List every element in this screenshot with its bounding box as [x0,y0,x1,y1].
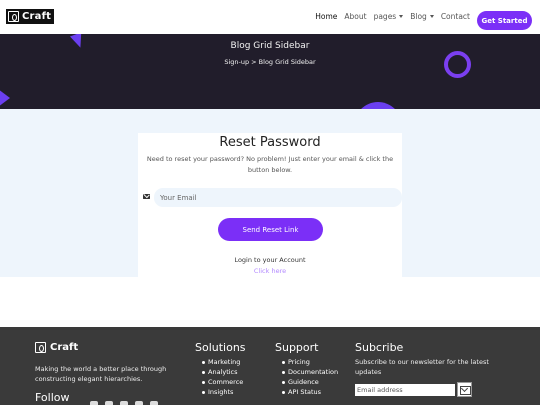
brand-logo[interactable]: Craft [6,9,55,24]
linkedin-icon[interactable] [135,401,143,405]
decorative-semicircle [354,102,402,109]
footer-link-api-status[interactable]: API Status [282,387,338,397]
footer-support: Support Pricing Documentation Guidence A… [275,341,338,397]
decorative-triangle [0,86,10,109]
envelope-icon [143,194,150,199]
email-input[interactable] [154,188,402,207]
follow-heading: Follow [35,391,70,404]
solutions-heading: Solutions [195,341,246,354]
login-prompt: Login to your Account [234,256,306,264]
newsletter-email-input[interactable] [355,383,455,396]
footer-tagline: Making the world a better place through … [35,365,167,383]
reset-title: Reset Password [219,135,321,150]
nav-links: Home About pages Blog Contact [308,12,470,21]
support-heading: Support [275,341,319,354]
caret-down-icon [429,15,434,18]
main-section: Reset Password Need to reset your passwo… [0,109,540,277]
navbar: Craft Home About pages Blog Contact Get … [0,0,540,34]
caret-down-icon [399,15,404,18]
footer-link-insights[interactable]: Insights [202,387,246,397]
footer-brand-name: Craft [50,342,79,353]
social-links [90,401,158,405]
breadcrumb: Sign-up > Blog Grid Sidebar [224,58,316,66]
page-title: Blog Grid Sidebar [230,41,310,51]
footer-link-guidence[interactable]: Guidence [282,377,338,387]
subscribe-form [355,382,495,397]
send-icon[interactable] [457,382,472,397]
twitter-icon[interactable] [90,401,98,405]
nav-link-about[interactable]: About [344,12,366,21]
logo-icon [35,342,46,353]
instagram-icon[interactable] [105,401,113,405]
reset-description: Need to reset your password? No problem!… [146,155,394,174]
login-link[interactable]: Click here [138,267,402,275]
nav-link-home[interactable]: Home [315,12,337,21]
footer-subscribe: Subcribe Subscribe to our newsletter for… [355,341,495,397]
nav-link-contact[interactable]: Contact [441,12,470,21]
nav-dropdown-pages[interactable]: pages [374,12,404,21]
footer-link-pricing[interactable]: Pricing [282,357,338,367]
logo-icon [8,11,19,22]
subscribe-description: Subscribe to our newsletter for the late… [355,358,489,376]
send-reset-link-button[interactable]: Send Reset Link [218,218,323,241]
footer-link-documentation[interactable]: Documentation [282,367,338,377]
footer-link-marketing[interactable]: Marketing [202,357,246,367]
footer-link-analytics[interactable]: Analytics [202,367,246,377]
subscribe-heading: Subcribe [355,341,404,354]
youtube-icon[interactable] [150,401,158,405]
brand-name: Craft [22,11,52,22]
footer-brand-logo[interactable]: Craft [35,342,78,353]
nav-dropdown-blog[interactable]: Blog [410,12,434,21]
footer-solutions: Solutions Marketing Analytics Commerce I… [195,341,246,397]
footer: Craft Making the world a better place th… [0,327,540,405]
page-header-banner: Blog Grid Sidebar Sign-up > Blog Grid Si… [0,34,540,109]
pinterest-icon[interactable] [120,401,128,405]
get-started-button[interactable]: Get Started [477,11,532,30]
footer-link-commerce[interactable]: Commerce [202,377,246,387]
reset-password-card: Reset Password Need to reset your passwo… [138,133,402,277]
